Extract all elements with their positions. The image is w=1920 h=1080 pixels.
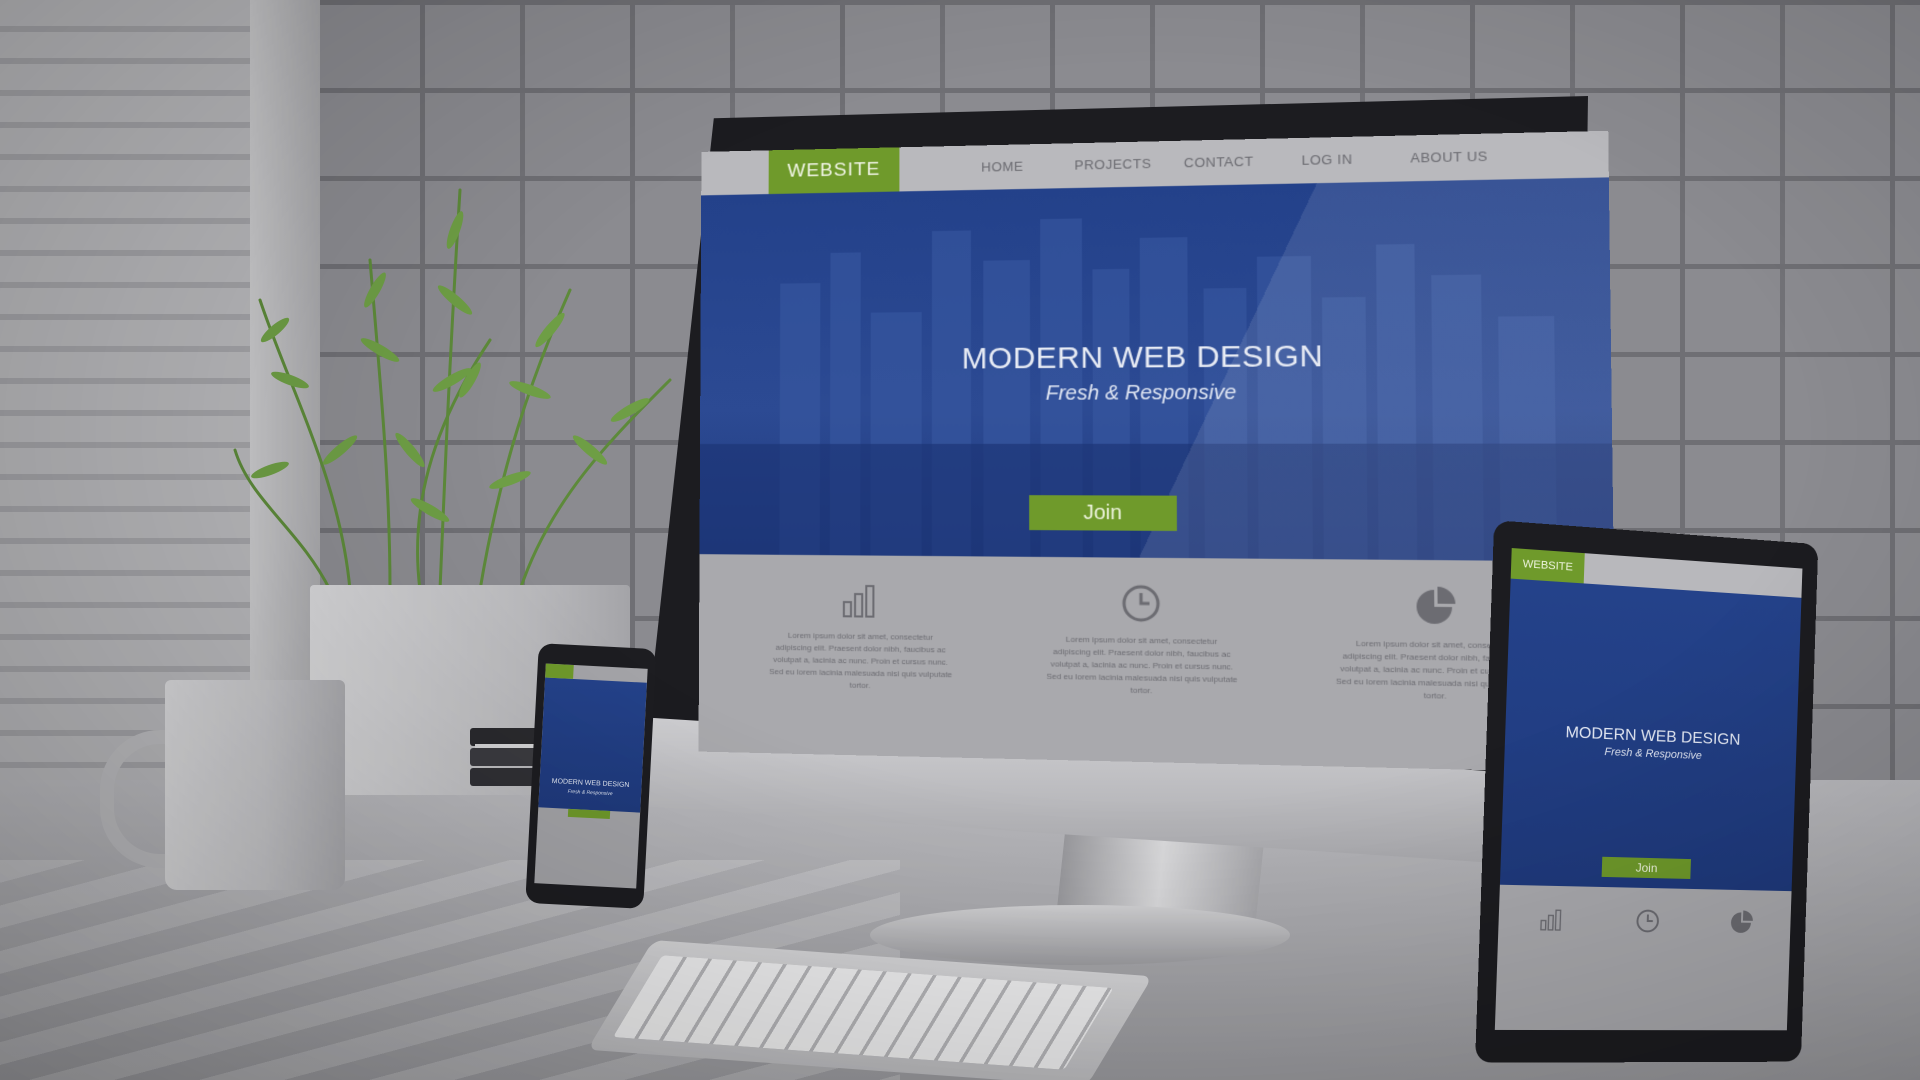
tablet-hero: MODERN WEB DESIGN Fresh & Responsive Joi… [1499,578,1802,892]
phone-hero-subtitle: Fresh & Responsive [567,788,613,798]
pie-chart-icon [1416,586,1456,625]
tablet-feature-column [1607,907,1687,940]
clock-icon [1634,908,1661,934]
phone-logo [545,663,574,679]
scene: WEBSITE HOME PROJECTS CONTACT LOG IN ABO… [0,0,1920,1080]
hero-subtitle: Fresh & Responsive [1045,381,1237,405]
mug [165,680,345,890]
feature-column: Lorem ipsum dolor sit amet, consectetur … [1046,582,1238,699]
nav-about-us[interactable]: ABOUT US [1410,148,1488,165]
tablet-feature-column [1702,909,1780,942]
tablet-features [1494,884,1792,1031]
pie-chart-icon [1730,910,1754,934]
tablet-feature-column [1510,905,1592,939]
nav-log-in[interactable]: LOG IN [1301,151,1352,168]
nav-contact[interactable]: CONTACT [1184,153,1254,170]
phone-screen: MODERN WEB DESIGN Fresh & Responsive [534,663,648,889]
tablet-screen: WEBSITE MODERN WEB DESIGN Fresh & Respon… [1494,548,1803,1031]
hero-title: MODERN WEB DESIGN [961,339,1324,376]
feature-text: Lorem ipsum dolor sit amet, consectetur … [769,630,953,691]
monitor-stand-base [870,905,1290,965]
monitor-screen: WEBSITE HOME PROJECTS CONTACT LOG IN ABO… [698,130,1617,774]
site-logo[interactable]: WEBSITE [768,147,900,195]
bar-chart-icon [840,580,881,621]
tablet-logo[interactable]: WEBSITE [1510,548,1585,584]
tablet-join-button[interactable]: Join [1601,856,1691,879]
feature-text: Lorem ipsum dolor sit amet, consectetur … [1046,634,1238,696]
nav-projects[interactable]: PROJECTS [1074,156,1151,173]
features-section: Lorem ipsum dolor sit amet, consectetur … [698,554,1617,774]
join-button[interactable]: Join [1029,495,1177,531]
keyboard-keys [612,955,1114,1070]
clock-icon [1120,582,1163,624]
smartphone: MODERN WEB DESIGN Fresh & Responsive [525,643,657,909]
phone-hero: MODERN WEB DESIGN Fresh & Responsive [538,677,647,820]
plant [233,188,672,592]
hero: MODERN WEB DESIGN Fresh & Responsive Joi… [699,177,1614,562]
nav-home[interactable]: HOME [981,159,1023,175]
phone-join-button[interactable] [567,808,611,820]
feature-column: Lorem ipsum dolor sit amet, consectetur … [769,579,953,694]
tablet: WEBSITE MODERN WEB DESIGN Fresh & Respon… [1475,520,1819,1063]
bar-chart-icon [1538,906,1565,933]
